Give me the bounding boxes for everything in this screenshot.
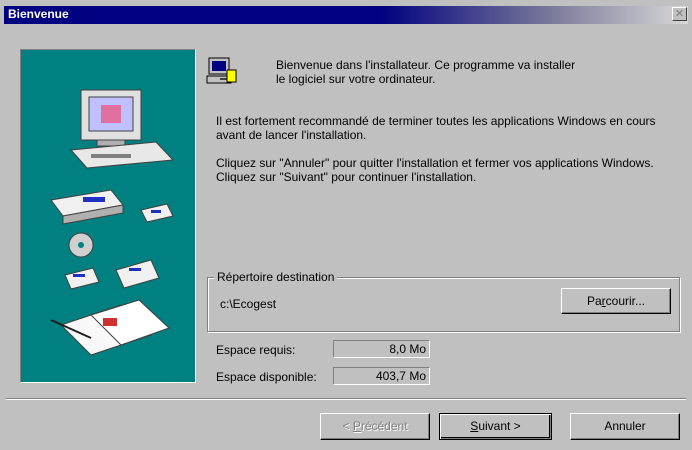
- setup-illustration-icon: [50, 89, 175, 356]
- intro-text: Bienvenue dans l'installateur. Ce progra…: [276, 58, 636, 86]
- computer-icon: [206, 57, 237, 84]
- space-required-label: Espace requis:: [216, 343, 296, 357]
- browse-button[interactable]: Parcourir...: [561, 288, 671, 314]
- installer-dialog: Bienvenue ✕ Bienvenue dans l'installateu…: [0, 0, 692, 450]
- intro-line-2: le logiciel sur votre ordinateur.: [276, 72, 436, 86]
- previous-label-key: P: [352, 419, 361, 433]
- space-required-value: 8,0 Mo: [333, 340, 430, 358]
- button-separator: [6, 398, 686, 400]
- cancel-hint: Cliquez sur "Annuler" pour quitter l'ins…: [216, 156, 654, 170]
- window-title: Bienvenue: [8, 7, 69, 21]
- warning-text: Il est fortement recommandé de terminer …: [216, 114, 656, 142]
- next-label-post: uivant >: [478, 419, 521, 433]
- browse-label-pre: Pa: [586, 294, 602, 308]
- destination-path: c:\Ecogest: [220, 297, 277, 311]
- space-available-value: 403,7 Mo: [333, 367, 430, 385]
- title-bar[interactable]: Bienvenue ✕: [4, 6, 688, 24]
- next-hint: Cliquez sur "Suivant" pour continuer l'i…: [216, 170, 477, 184]
- close-icon: ✕: [674, 8, 685, 20]
- next-button[interactable]: Suivant >: [439, 413, 552, 440]
- space-available-label: Espace disponible:: [216, 370, 317, 384]
- instructions-text: Cliquez sur "Annuler" pour quitter l'ins…: [216, 156, 676, 184]
- previous-button[interactable]: < Précédent: [320, 413, 430, 440]
- setup-illustration: [20, 49, 196, 383]
- browse-label-post: courir...: [605, 294, 646, 308]
- previous-label-post: récédent: [360, 419, 408, 433]
- intro-line-1: Bienvenue dans l'installateur. Ce progra…: [276, 58, 576, 72]
- cancel-button[interactable]: Annuler: [570, 413, 680, 440]
- close-button[interactable]: ✕: [672, 7, 687, 21]
- destination-legend: Répertoire destination: [214, 270, 338, 284]
- previous-label-pre: <: [342, 419, 353, 433]
